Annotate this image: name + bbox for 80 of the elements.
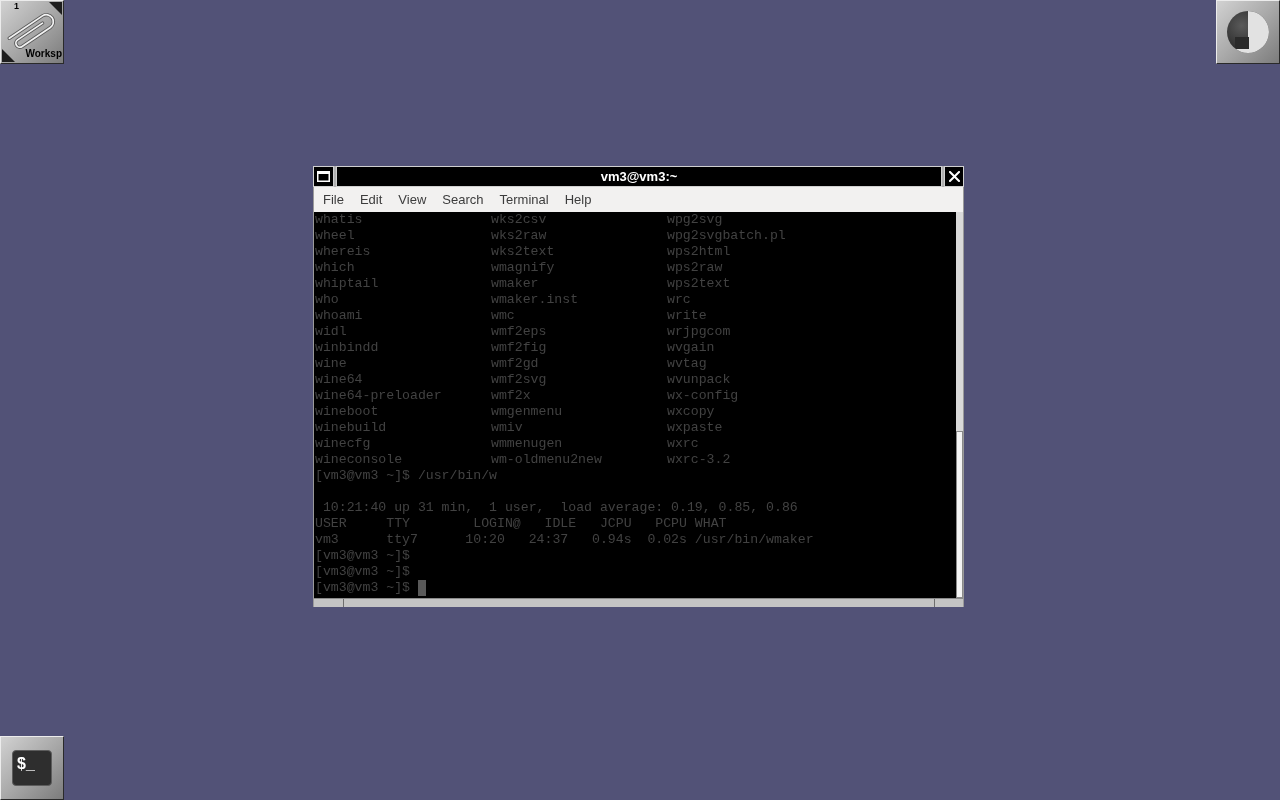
triangle-arrow-icon[interactable] xyxy=(2,49,15,62)
scrollbar-thumb[interactable] xyxy=(956,431,963,598)
command-name: wheel xyxy=(315,228,355,244)
miniaturize-button[interactable] xyxy=(313,166,334,187)
resize-handle[interactable] xyxy=(314,599,344,607)
command-name: write xyxy=(667,308,707,324)
command-name: wxrc-3.2 xyxy=(667,452,731,468)
command-name: wrc xyxy=(667,292,691,308)
terminal-line: [vm3@vm3 ~]$ xyxy=(315,548,410,564)
window-icon xyxy=(317,171,330,182)
command-name: which xyxy=(315,260,355,276)
command-name: wmf2fig xyxy=(491,340,547,356)
command-name: wmf2gd xyxy=(491,356,539,372)
triangle-arrow-icon[interactable] xyxy=(49,2,62,15)
command-name: winecfg xyxy=(315,436,371,452)
command-name: wmgenmenu xyxy=(491,404,563,420)
menu-item[interactable]: Help xyxy=(556,187,600,212)
command-name: wks2csv xyxy=(491,212,547,228)
dock-tile[interactable] xyxy=(1216,0,1280,64)
terminal-line: vm3 tty7 10:20 24:37 0.94s 0.02s /usr/bin/wmaker xyxy=(315,532,814,548)
terminal-line: 10:21:40 up 31 min, 1 user, load average: 0.19, 0.85, 0.86 xyxy=(321,500,798,516)
workspace-number: 1 xyxy=(14,2,19,11)
command-name: wks2raw xyxy=(491,228,547,244)
terminal-line: [vm3@vm3 ~]$ xyxy=(315,580,410,596)
scrollbar-track[interactable] xyxy=(956,212,963,598)
command-name: wx-config xyxy=(667,388,739,404)
close-icon xyxy=(948,171,960,182)
command-name: wvgain xyxy=(667,340,715,356)
command-name: wmc xyxy=(491,308,515,324)
terminal-app-button[interactable]: $_ xyxy=(0,736,64,800)
command-name: wps2html xyxy=(667,244,731,260)
command-name: winbindd xyxy=(315,340,379,356)
command-name: wine64-preloader xyxy=(315,388,442,404)
command-name: wine64 xyxy=(315,372,363,388)
command-name: wm-oldmenu2new xyxy=(491,452,602,468)
command-name: wpg2svg xyxy=(667,212,723,228)
command-name: wmiv xyxy=(491,420,523,436)
command-name: wxpaste xyxy=(667,420,723,436)
command-name: wmf2eps xyxy=(491,324,547,340)
close-button[interactable] xyxy=(944,166,964,187)
circle-logo-icon xyxy=(1226,10,1270,54)
command-name: whoami xyxy=(315,308,363,324)
menu-item[interactable]: Terminal xyxy=(491,187,557,212)
command-name: wmf2x xyxy=(491,388,531,404)
terminal-line: USER TTY LOGIN@ IDLE JCPU PCPU WHAT xyxy=(315,516,727,532)
command-name: wmagnify xyxy=(491,260,555,276)
command-name: wmaker.inst xyxy=(491,292,579,308)
command-name: whereis xyxy=(315,244,371,260)
command-name: wineconsole xyxy=(315,452,403,468)
menu-item[interactable]: Search xyxy=(434,187,492,212)
command-name: wine xyxy=(315,356,347,372)
command-name: wmf2svg xyxy=(491,372,547,388)
command-name: wxrc xyxy=(667,436,699,452)
command-name: wps2raw xyxy=(667,260,723,276)
command-name: wvtag xyxy=(667,356,707,372)
command-name: wmmenugen xyxy=(491,436,563,452)
command-name: wps2text xyxy=(667,276,731,292)
command-name: wpg2svgbatch.pl xyxy=(667,228,786,244)
command-name: wmaker xyxy=(491,276,539,292)
title-bar[interactable]: vm3@vm3:~ xyxy=(336,166,942,187)
command-name: wrjpgcom xyxy=(667,324,731,340)
command-name: wineboot xyxy=(315,404,379,420)
menu-item[interactable]: Edit xyxy=(351,187,391,212)
terminal-icon: $_ xyxy=(12,750,52,786)
workspace-label: Worksp xyxy=(25,49,62,59)
workspace-clip[interactable]: 1 Worksp xyxy=(0,0,64,64)
command-name: who xyxy=(315,292,339,308)
menu-item[interactable]: File xyxy=(315,187,352,212)
command-name: whatis xyxy=(315,212,363,228)
command-name: winebuild xyxy=(315,420,387,436)
command-name: wxcopy xyxy=(667,404,715,420)
menu-item[interactable]: View xyxy=(390,187,435,212)
command-name: widl xyxy=(315,324,347,340)
window-title: vm3@vm3:~ xyxy=(600,170,678,183)
resize-handle[interactable] xyxy=(935,599,963,607)
command-name: wvunpack xyxy=(667,372,731,388)
command-name: wks2text xyxy=(491,244,555,260)
terminal-line: [vm3@vm3 ~]$ xyxy=(315,564,410,580)
command-name: whiptail xyxy=(315,276,379,292)
terminal-line: [vm3@vm3 ~]$ /usr/bin/w xyxy=(315,468,498,484)
